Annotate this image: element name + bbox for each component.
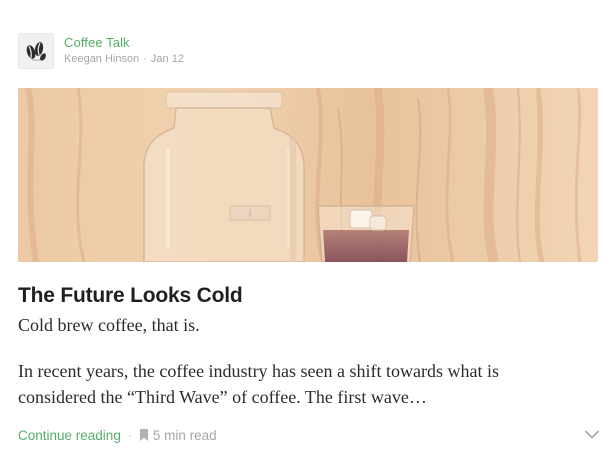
post-meta: Coffee Talk Keegan Hinson · Jan 12 <box>64 35 184 67</box>
continue-reading-link[interactable]: Continue reading <box>18 428 121 443</box>
footer-separator: · <box>127 428 132 442</box>
byline-separator: · <box>143 53 147 66</box>
author-name[interactable]: Keegan Hinson <box>64 53 139 65</box>
publication-avatar[interactable] <box>18 33 54 69</box>
post-excerpt[interactable]: In recent years, the coffee industry has… <box>18 358 578 410</box>
post-date[interactable]: Jan 12 <box>151 53 184 65</box>
read-time: 5 min read <box>152 427 217 443</box>
hero-image[interactable] <box>18 88 598 262</box>
post-footer: Continue reading · 5 min read <box>18 425 600 445</box>
hero-illustration <box>18 88 598 262</box>
glass-shape <box>317 205 415 262</box>
post-title[interactable]: The Future Looks Cold <box>18 282 598 310</box>
bookmark-icon[interactable] <box>139 429 149 441</box>
post-header: Coffee Talk Keegan Hinson · Jan 12 <box>18 33 598 69</box>
post-card: Coffee Talk Keegan Hinson · Jan 12 The F… <box>18 33 600 445</box>
chevron-down-icon[interactable] <box>584 426 600 442</box>
post-subtitle: Cold brew coffee, that is. <box>18 315 200 335</box>
byline: Keegan Hinson · Jan 12 <box>64 53 184 67</box>
coffee-beans-logo-icon <box>26 42 46 61</box>
publication-name-link[interactable]: Coffee Talk <box>64 35 184 51</box>
